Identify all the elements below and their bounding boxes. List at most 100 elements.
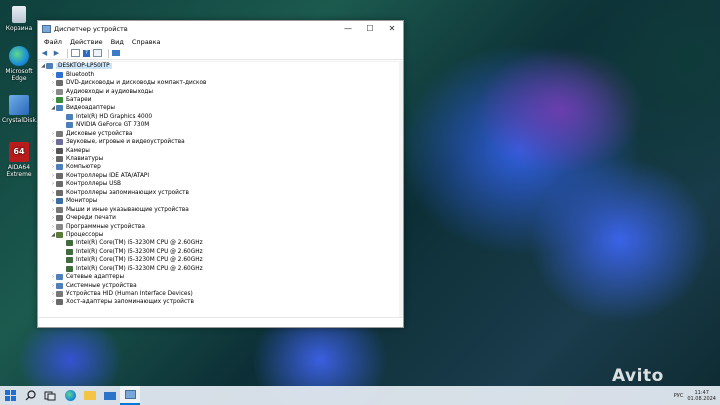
close-button[interactable]: ✕ bbox=[381, 21, 403, 36]
vertical-scrollbar[interactable] bbox=[399, 61, 403, 317]
status-bar bbox=[38, 317, 403, 327]
tree-category[interactable]: › Аудиовходы и аудиовыходы bbox=[38, 87, 401, 95]
device-icon bbox=[66, 257, 73, 264]
tree-category-label: Процессоры bbox=[66, 231, 104, 238]
tree-category-label: Аудиовходы и аудиовыходы bbox=[66, 88, 154, 95]
device-category-icon bbox=[56, 105, 63, 112]
tree-device[interactable]: Intel(R) Core(TM) i5-3230M CPU @ 2.60GHz bbox=[38, 265, 401, 273]
toolbar: ◀ ▶ ? bbox=[38, 47, 403, 60]
show-hide-console-tree-icon[interactable] bbox=[71, 49, 80, 57]
device-category-icon bbox=[56, 231, 63, 238]
menu-action[interactable]: Действие bbox=[66, 38, 107, 46]
tree-category[interactable]: › Батареи bbox=[38, 96, 401, 104]
tree-category[interactable]: ◢ Процессоры bbox=[38, 231, 401, 239]
tree-category[interactable]: › Клавиатуры bbox=[38, 155, 401, 163]
taskbar-edge-button[interactable] bbox=[60, 386, 80, 405]
window-title: Диспетчер устройств bbox=[54, 24, 128, 33]
tree-category-label: Звуковые, игровые и видеоустройства bbox=[66, 139, 185, 146]
tree-root[interactable]: ◢ DESKTOP-LP50ITP bbox=[38, 62, 401, 70]
tree-device[interactable]: Intel(R) HD Graphics 4000 bbox=[38, 113, 401, 121]
tree-device-label: Intel(R) Core(TM) i5-3230M CPU @ 2.60GHz bbox=[76, 248, 203, 255]
tree-category[interactable]: › Bluetooth bbox=[38, 70, 401, 78]
tree-category[interactable]: › Компьютер bbox=[38, 163, 401, 171]
back-arrow-icon[interactable]: ◀ bbox=[40, 49, 49, 57]
tree-device[interactable]: Intel(R) Core(TM) i5-3230M CPU @ 2.60GHz bbox=[38, 239, 401, 247]
tree-category[interactable]: › Звуковые, игровые и видеоустройства bbox=[38, 138, 401, 146]
minimize-button[interactable]: — bbox=[337, 21, 359, 36]
windows-logo-icon bbox=[4, 390, 16, 401]
device-category-icon bbox=[56, 282, 63, 289]
desktop-icon-edge[interactable]: Microsoft Edge bbox=[2, 46, 36, 82]
desktop-icon-recycle-bin[interactable]: Корзина bbox=[2, 6, 36, 32]
search-icon bbox=[25, 390, 36, 401]
desktop-icon-label: Корзина bbox=[5, 25, 33, 32]
properties-icon[interactable] bbox=[93, 49, 102, 57]
tree-category[interactable]: › Мониторы bbox=[38, 197, 401, 205]
tree-category[interactable]: › Устройства HID (Human Interface Devices… bbox=[38, 290, 401, 298]
tree-category[interactable]: › Мыши и иные указывающие устройства bbox=[38, 205, 401, 213]
tree-root-label: DESKTOP-LP50ITP bbox=[56, 63, 112, 70]
mail-icon bbox=[104, 391, 116, 400]
tree-category[interactable]: › Программные устройства bbox=[38, 222, 401, 230]
device-category-icon bbox=[56, 139, 63, 146]
folder-icon bbox=[84, 391, 96, 400]
device-manager-window: Диспетчер устройств — ☐ ✕ Файл Действие … bbox=[37, 20, 404, 328]
tree-category-label: Дисковые устройства bbox=[66, 130, 133, 137]
tree-category[interactable]: › Сетевые адаптеры bbox=[38, 273, 401, 281]
tree-category[interactable]: › Дисковые устройства bbox=[38, 130, 401, 138]
task-view-button[interactable] bbox=[40, 386, 60, 405]
desktop-icon-crystaldisk[interactable]: CrystalDisk... bbox=[2, 95, 42, 124]
menu-help[interactable]: Справка bbox=[128, 38, 165, 46]
device-manager-app-icon bbox=[42, 24, 51, 33]
tree-category-label: Клавиатуры bbox=[66, 156, 104, 163]
watermark-text: Avito bbox=[612, 366, 664, 386]
tree-category-label: Bluetooth bbox=[66, 71, 95, 78]
tree-category[interactable]: › Камеры bbox=[38, 146, 401, 154]
language-indicator[interactable]: РУС bbox=[674, 393, 684, 399]
tree-category[interactable]: › Контроллеры запоминающих устройств bbox=[38, 189, 401, 197]
tree-device[interactable]: Intel(R) Core(TM) i5-3230M CPU @ 2.60GHz bbox=[38, 248, 401, 256]
tree-device-label: Intel(R) Core(TM) i5-3230M CPU @ 2.60GHz bbox=[76, 257, 203, 264]
forward-arrow-icon[interactable]: ▶ bbox=[52, 49, 61, 57]
recycle-bin-icon bbox=[12, 6, 26, 23]
tree-device-label: Intel(R) HD Graphics 4000 bbox=[76, 113, 153, 120]
toolbar-divider bbox=[108, 48, 109, 58]
tree-device-label: Intel(R) Core(TM) i5-3230M CPU @ 2.60GHz bbox=[76, 240, 203, 247]
device-tree[interactable]: ◢ DESKTOP-LP50ITP › Bluetooth › DVD-дисково… bbox=[38, 61, 401, 318]
tree-category[interactable]: › Контроллеры USB bbox=[38, 180, 401, 188]
toolbar-divider bbox=[67, 48, 68, 58]
tree-category-label: Устройства HID (Human Interface Devices) bbox=[66, 291, 193, 298]
taskbar-mail-button[interactable] bbox=[100, 386, 120, 405]
tree-category[interactable]: ◢ Видеоадаптеры bbox=[38, 104, 401, 112]
tree-category[interactable]: › Очереди печати bbox=[38, 214, 401, 222]
taskbar-explorer-button[interactable] bbox=[80, 386, 100, 405]
edge-icon bbox=[9, 46, 29, 66]
taskbar-device-manager-button[interactable] bbox=[120, 386, 140, 405]
tree-category[interactable]: › Хост-адаптеры запоминающих устройств bbox=[38, 298, 401, 306]
menu-view[interactable]: Вид bbox=[107, 38, 128, 46]
device-category-icon bbox=[56, 274, 63, 281]
tree-category-label: Видеоадаптеры bbox=[66, 105, 115, 112]
tree-category-label: Камеры bbox=[66, 147, 90, 154]
maximize-button[interactable]: ☐ bbox=[359, 21, 381, 36]
search-button[interactable] bbox=[20, 386, 40, 405]
tree-category[interactable]: › Контроллеры IDE ATA/ATAPI bbox=[38, 172, 401, 180]
scan-hardware-icon[interactable] bbox=[112, 50, 120, 56]
device-category-icon bbox=[56, 172, 63, 179]
tree-category-label: Контроллеры USB bbox=[66, 181, 122, 188]
device-category-icon bbox=[56, 198, 63, 205]
device-category-icon bbox=[56, 206, 63, 213]
device-category-icon bbox=[56, 181, 63, 188]
tree-category[interactable]: › DVD-дисководы и дисководы компакт-диско… bbox=[38, 79, 401, 87]
menu-file[interactable]: Файл bbox=[40, 38, 66, 46]
help-icon[interactable]: ? bbox=[83, 49, 90, 57]
device-icon bbox=[66, 240, 73, 247]
tree-device[interactable]: NVIDIA GeForce GT 730M bbox=[38, 121, 401, 129]
tree-device[interactable]: Intel(R) Core(TM) i5-3230M CPU @ 2.60GHz bbox=[38, 256, 401, 264]
tree-category[interactable]: › Системные устройства bbox=[38, 281, 401, 289]
desktop-icon-aida64[interactable]: 64 AIDA64 Extreme bbox=[2, 142, 36, 178]
title-bar[interactable]: Диспетчер устройств — ☐ ✕ bbox=[38, 21, 403, 36]
clock[interactable]: 11:47 01.08.2024 bbox=[687, 390, 716, 402]
start-button[interactable] bbox=[0, 386, 20, 405]
tree-category-label: Контроллеры запоминающих устройств bbox=[66, 189, 189, 196]
